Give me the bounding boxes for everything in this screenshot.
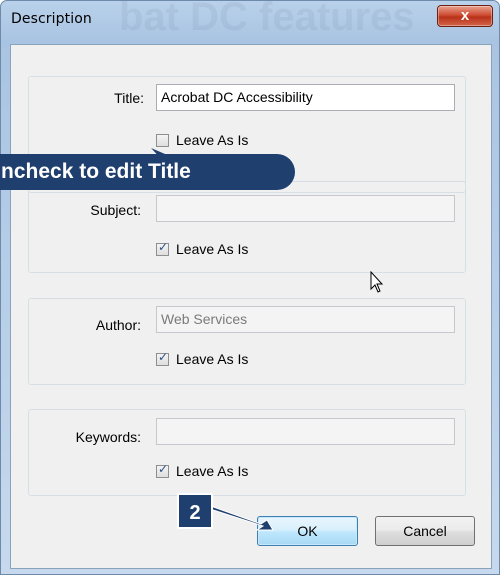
close-button[interactable]: x <box>437 5 493 27</box>
checkmark-icon: ✓ <box>158 462 169 476</box>
background-ghost-text: bat DC features <box>119 0 415 39</box>
mouse-cursor-icon <box>370 271 384 293</box>
author-label: Author: <box>95 317 141 333</box>
close-icon: x <box>460 7 470 24</box>
keywords-label: Keywords: <box>75 429 141 445</box>
checkmark-icon: ✓ <box>158 350 169 364</box>
title-bar[interactable]: bat DC features Description x <box>1 0 499 39</box>
title-leave-as-is-label: Leave As Is <box>176 132 249 148</box>
keywords-leave-as-is-checkbox[interactable]: ✓ <box>156 462 169 478</box>
subject-label: Subject: <box>90 202 141 218</box>
author-leave-as-is-checkbox[interactable]: ✓ <box>156 350 169 366</box>
title-input[interactable]: Acrobat DC Accessibility <box>156 84 455 111</box>
step-badge: 2 <box>177 493 213 529</box>
subject-leave-as-is-checkbox[interactable]: ✓ <box>156 240 169 256</box>
keywords-leave-as-is-label: Leave As Is <box>176 463 249 479</box>
checkmark-icon: ✓ <box>158 240 169 254</box>
keywords-input[interactable] <box>156 418 455 445</box>
title-leave-as-is-checkbox[interactable] <box>156 134 169 147</box>
title-label: Title: <box>114 90 144 106</box>
subject-input[interactable] <box>156 195 455 222</box>
callout-text: ncheck to edit Title <box>1 160 191 183</box>
author-input[interactable]: Web Services <box>156 306 455 333</box>
step-arrow-icon <box>201 499 274 531</box>
author-leave-as-is-label: Leave As Is <box>176 351 249 367</box>
cancel-button[interactable]: Cancel <box>375 516 475 546</box>
dialog-title: Description <box>11 11 92 27</box>
dialog-window: bat DC features Description x Title: Acr… <box>0 0 500 575</box>
subject-leave-as-is-label: Leave As Is <box>176 241 249 257</box>
